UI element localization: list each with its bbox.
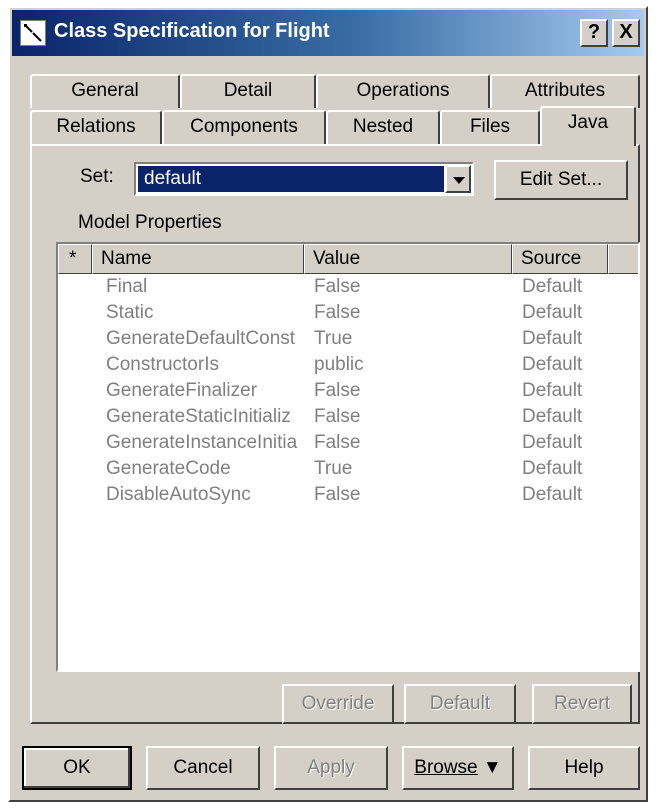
column-header-source[interactable]: Source [512, 244, 608, 274]
property-value: False [314, 406, 361, 427]
property-source: Default [522, 432, 583, 453]
table-row[interactable]: ConstructorIs public Default [58, 352, 638, 378]
dropdown-arrow-icon: ▼ [482, 757, 502, 778]
property-name: DisableAutoSync [106, 484, 251, 505]
table-row[interactable]: GenerateDefaultConst True Default [58, 326, 638, 352]
column-header-filler [608, 244, 638, 274]
rose-app-icon [20, 20, 46, 46]
tab-detail[interactable]: Detail [180, 74, 316, 108]
revert-button[interactable]: Revert [532, 684, 632, 724]
default-button[interactable]: Default [404, 684, 516, 724]
tab-label: Relations [56, 116, 136, 137]
property-source: Default [522, 276, 583, 297]
property-value: True [314, 458, 353, 479]
cancel-button[interactable]: Cancel [146, 746, 260, 790]
property-value: False [314, 432, 361, 453]
property-name: GenerateFinalizer [106, 380, 258, 401]
set-dropdown[interactable]: default [134, 162, 474, 196]
table-row[interactable]: GenerateStaticInitializ False Default [58, 404, 638, 430]
table-row[interactable]: Static False Default [58, 300, 638, 326]
title-bar[interactable]: Class Specification for Flight ? X [12, 10, 644, 56]
property-source: Default [522, 458, 583, 479]
property-source: Default [522, 354, 583, 375]
property-name: GenerateInstanceInitia [106, 432, 298, 453]
property-value: True [314, 328, 353, 349]
edit-set-button[interactable]: Edit Set... [494, 160, 628, 200]
tab-files[interactable]: Files [440, 110, 540, 144]
table-row[interactable]: GenerateInstanceInitia False Default [58, 430, 638, 456]
table-row[interactable]: GenerateFinalizer False Default [58, 378, 638, 404]
tab-label: General [71, 80, 139, 101]
class-specification-dialog: Class Specification for Flight ? X Gener… [8, 6, 648, 802]
property-value: False [314, 276, 361, 297]
tab-label: Files [469, 116, 511, 137]
table-row[interactable]: GenerateCode True Default [58, 456, 638, 482]
override-button[interactable]: Override [282, 684, 394, 724]
property-source: Default [522, 380, 583, 401]
java-tab-panel: Set: default Edit Set... Model Propertie… [30, 144, 640, 724]
property-value: False [314, 380, 361, 401]
tab-label: Detail [223, 80, 273, 101]
model-properties-grid[interactable]: * Name Value Source Final False Default … [56, 242, 640, 672]
tab-operations[interactable]: Operations [316, 74, 490, 108]
property-source: Default [522, 484, 583, 505]
grid-header: * Name Value Source [58, 244, 638, 274]
property-name: GenerateStaticInitializ [106, 406, 291, 427]
property-name: GenerateCode [106, 458, 231, 479]
property-value: False [314, 484, 361, 505]
tab-attributes[interactable]: Attributes [490, 74, 640, 108]
tab-nested[interactable]: Nested [326, 110, 440, 144]
table-row[interactable]: DisableAutoSync False Default [58, 482, 638, 508]
ok-button[interactable]: OK [22, 746, 132, 790]
window-title: Class Specification for Flight [54, 20, 330, 42]
property-name: Final [106, 276, 148, 297]
property-source: Default [522, 302, 583, 323]
browse-label: Browse [414, 757, 478, 778]
browse-button[interactable]: Browse ▼ [402, 746, 514, 790]
close-title-button[interactable]: X [612, 19, 640, 47]
tab-general[interactable]: General [30, 74, 180, 108]
property-value: public [314, 354, 364, 375]
tab-components[interactable]: Components [162, 110, 326, 144]
help-button[interactable]: Help [528, 746, 640, 790]
table-row[interactable]: Final False Default [58, 274, 638, 300]
tab-label: Attributes [524, 80, 606, 101]
property-name: Static [106, 302, 154, 323]
column-header-value[interactable]: Value [304, 244, 512, 274]
tab-label: Java [567, 112, 609, 133]
tab-label: Operations [356, 80, 450, 101]
tab-label: Nested [352, 116, 414, 137]
property-name: GenerateDefaultConst [106, 328, 296, 349]
help-title-button[interactable]: ? [580, 19, 608, 47]
tab-label: Components [190, 116, 298, 137]
tab-relations[interactable]: Relations [30, 110, 162, 144]
model-properties-label: Model Properties [78, 212, 222, 233]
chevron-down-icon[interactable] [445, 165, 471, 193]
tab-java[interactable]: Java [540, 106, 636, 146]
property-source: Default [522, 406, 583, 427]
apply-button[interactable]: Apply [274, 746, 388, 790]
column-header-name[interactable]: Name [92, 244, 304, 274]
set-selected-value: default [138, 166, 444, 192]
column-header-modified[interactable]: * [58, 244, 92, 274]
property-value: False [314, 302, 361, 323]
property-name: ConstructorIs [106, 354, 219, 375]
set-label: Set: [80, 166, 114, 187]
property-source: Default [522, 328, 583, 349]
